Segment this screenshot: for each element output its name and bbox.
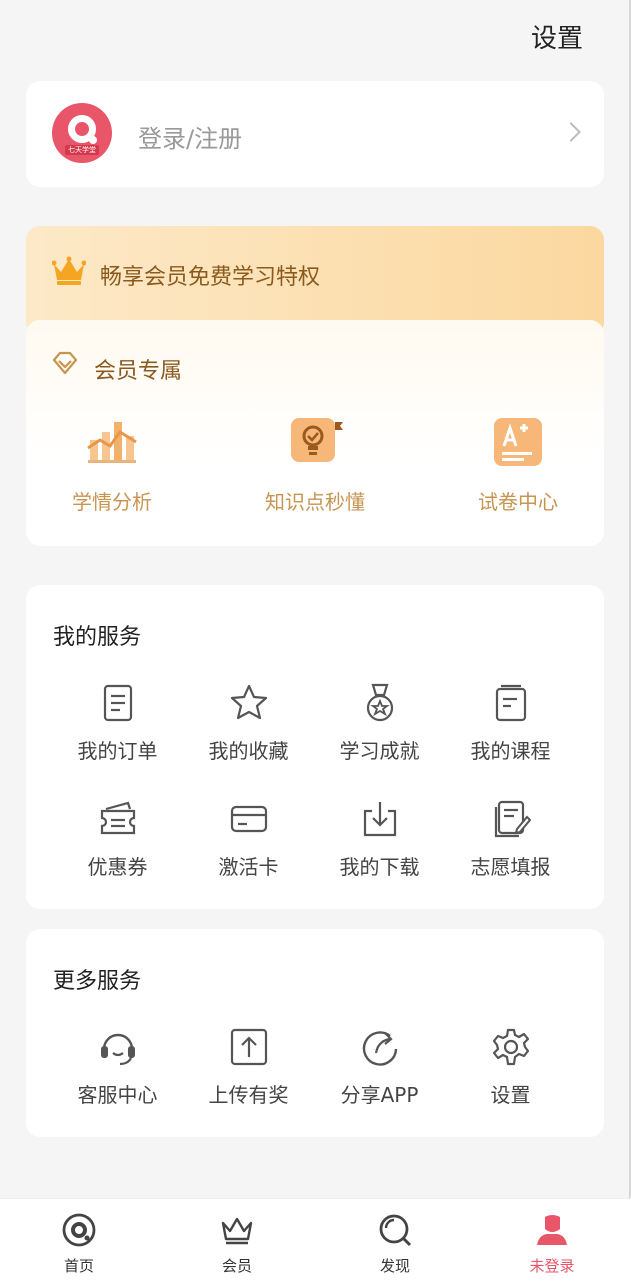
service-share-app[interactable]: 分享APP <box>314 1027 445 1108</box>
tab-discover[interactable]: 发现 <box>316 1211 474 1276</box>
service-label: 学习成就 <box>339 739 420 763</box>
service-upload-reward[interactable]: 上传有奖 <box>183 1027 314 1108</box>
vip-section: 畅享会员免费学习特权 会员专属 学情分析 知识点秒懂 试卷中心 <box>26 226 604 546</box>
more-services-title: 更多服务 <box>53 969 142 994</box>
star-icon <box>230 684 267 720</box>
service-my-courses[interactable]: 我的课程 <box>445 683 576 764</box>
lightbulb-icon <box>291 418 343 462</box>
vip-item-analysis[interactable]: 学情分析 <box>32 414 192 515</box>
avatar[interactable]: 七天学堂 <box>52 103 112 163</box>
service-customer-center[interactable]: 客服中心 <box>52 1027 183 1108</box>
service-achievements[interactable]: 学习成就 <box>314 683 445 764</box>
medal-icon <box>366 683 393 722</box>
vip-item-label: 学情分析 <box>72 490 152 514</box>
chevron-right-icon <box>561 122 581 142</box>
service-volunteer-filling[interactable]: 志愿填报 <box>445 799 576 880</box>
service-label: 设置 <box>490 1083 531 1107</box>
vip-item-exam-center[interactable]: 试卷中心 <box>438 414 598 515</box>
coupon-icon <box>100 801 135 835</box>
user-icon <box>537 1215 567 1245</box>
brand-logo-icon <box>68 115 97 144</box>
share-icon <box>362 1031 397 1066</box>
card-icon <box>230 805 267 833</box>
download-icon <box>363 802 396 837</box>
gear-icon <box>492 1028 529 1066</box>
service-label: 我的订单 <box>77 739 158 763</box>
vip-exclusive-panel: 会员专属 学情分析 知识点秒懂 试卷中心 <box>26 320 604 546</box>
upload-icon <box>230 1028 267 1066</box>
diamond-icon <box>52 351 78 375</box>
crown-icon <box>52 256 86 285</box>
service-coupons[interactable]: 优惠券 <box>52 799 183 880</box>
tab-label: 首页 <box>63 1257 94 1275</box>
course-icon <box>495 684 526 722</box>
order-icon <box>103 684 132 722</box>
service-label: 客服中心 <box>77 1083 158 1107</box>
tab-label: 会员 <box>221 1257 252 1275</box>
service-activation-card[interactable]: 激活卡 <box>183 799 314 880</box>
tab-label: 未登录 <box>529 1257 575 1275</box>
service-label: 优惠券 <box>87 855 148 879</box>
service-my-downloads[interactable]: 我的下载 <box>314 799 445 880</box>
my-services-title: 我的服务 <box>53 625 142 650</box>
crown-icon <box>221 1217 253 1245</box>
service-label: 分享APP <box>340 1083 419 1107</box>
home-icon <box>62 1213 96 1247</box>
exam-icon <box>494 418 542 466</box>
vip-item-label: 试卷中心 <box>478 490 558 514</box>
service-label: 上传有奖 <box>208 1083 289 1107</box>
settings-link[interactable]: 设置 <box>531 18 583 55</box>
chart-icon <box>87 422 137 463</box>
discover-icon <box>379 1214 412 1247</box>
tab-home[interactable]: 首页 <box>0 1211 158 1276</box>
service-favorites[interactable]: 我的收藏 <box>183 683 314 764</box>
service-settings[interactable]: 设置 <box>445 1027 576 1108</box>
vip-item-label: 知识点秒懂 <box>265 490 365 514</box>
tab-label: 发现 <box>379 1257 410 1275</box>
vip-section-title: 会员专属 <box>94 359 183 384</box>
my-services-card: 我的服务 我的订单 我的收藏 学习成就 我的课程 优惠券 激活卡 我的下载 志愿… <box>26 585 604 909</box>
tab-profile[interactable]: 未登录 <box>473 1211 631 1276</box>
service-label: 我的收藏 <box>208 739 289 763</box>
service-label: 志愿填报 <box>470 855 551 879</box>
service-label: 激活卡 <box>218 855 279 879</box>
service-my-orders[interactable]: 我的订单 <box>52 683 183 764</box>
headset-icon <box>100 1033 135 1066</box>
vip-item-knowledge[interactable]: 知识点秒懂 <box>235 414 395 515</box>
service-label: 我的课程 <box>470 739 551 763</box>
service-label: 我的下载 <box>339 855 420 879</box>
login-card[interactable]: 七天学堂 登录/注册 <box>26 81 604 187</box>
form-edit-icon <box>494 800 531 838</box>
brand-label: 七天学堂 <box>65 145 99 155</box>
tab-vip[interactable]: 会员 <box>158 1211 316 1276</box>
bottom-tab-bar: 首页 会员 发现 未登录 <box>0 1198 631 1281</box>
more-services-card: 更多服务 客服中心 上传有奖 分享APP 设置 <box>26 929 604 1137</box>
vip-banner-title: 畅享会员免费学习特权 <box>100 265 321 290</box>
login-register-text[interactable]: 登录/注册 <box>138 119 242 154</box>
